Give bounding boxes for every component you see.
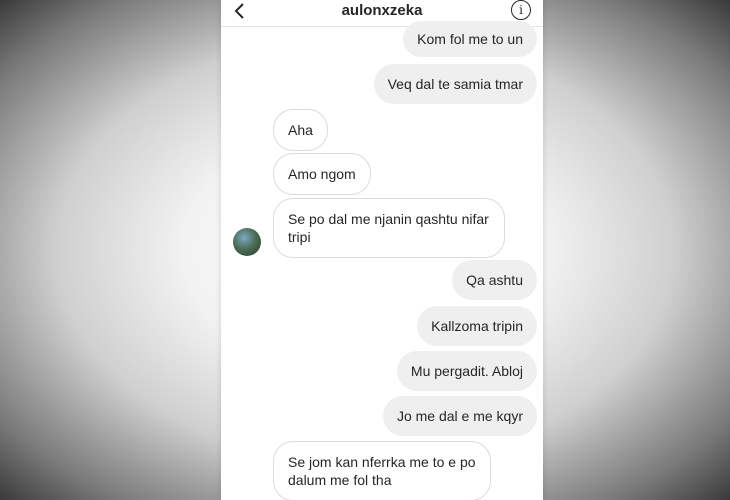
chat-screen: aulonxzeka i Kom fol me to un Veq dal te… <box>221 0 543 500</box>
message-bubble-sent[interactable]: Veq dal te samia tmar <box>373 64 537 104</box>
message-bubble-received[interactable]: Se jom kan nferrka me to e po dalum me f… <box>273 441 491 500</box>
info-icon[interactable]: i <box>511 0 531 20</box>
message-bubble-received[interactable]: Se po dal me njanin qashtu nifar tripi <box>273 198 505 258</box>
message-bubble-sent[interactable]: Kallzoma tripin <box>417 306 537 346</box>
message-bubble-sent[interactable]: Kom fol me to un <box>403 21 537 57</box>
chat-username[interactable]: aulonxzeka <box>221 2 543 19</box>
contact-avatar[interactable] <box>233 228 261 256</box>
message-bubble-sent[interactable]: Mu pergadit. Abloj <box>396 351 537 391</box>
message-bubble-sent[interactable]: Qa ashtu <box>452 260 537 300</box>
message-bubble-received[interactable]: Amo ngom <box>273 153 371 195</box>
message-bubble-received[interactable]: Aha <box>273 109 328 151</box>
message-bubble-sent[interactable]: Jo me dal e me kqyr <box>382 396 537 436</box>
